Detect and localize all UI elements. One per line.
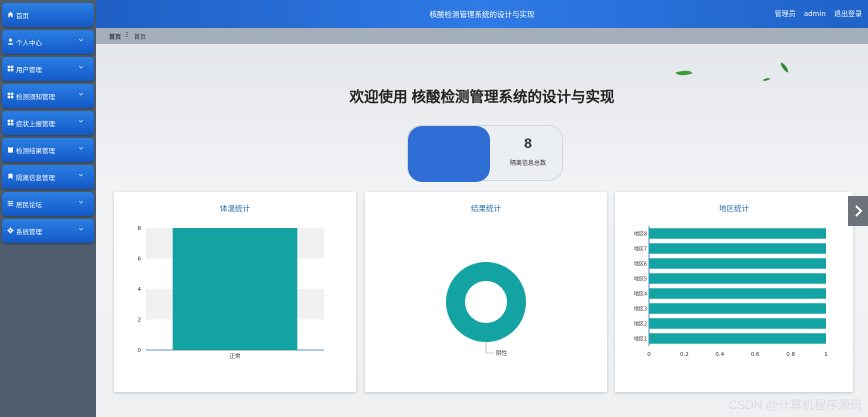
sidebar-item-profile[interactable]: 个人中心	[2, 30, 94, 54]
clipboard-icon	[8, 146, 13, 153]
sidebar-item-symptom-report[interactable]: 症状上报管理	[2, 111, 94, 135]
home-icon	[7, 11, 14, 18]
bar	[649, 288, 826, 299]
chevron-right-icon	[855, 205, 863, 217]
bar	[649, 303, 826, 314]
leaf-decoration	[762, 76, 771, 83]
x-tick-label: 1	[824, 352, 828, 358]
stat-label: 隔离信息总数	[509, 160, 546, 167]
next-arrow-button[interactable]	[848, 196, 868, 226]
y-tick-label: 地区5	[634, 276, 647, 283]
grid-icon	[7, 65, 14, 72]
sidebar-item-label: 首页	[16, 12, 29, 20]
y-tick-label: 6	[138, 257, 142, 263]
sidebar-item-label: 居民论坛	[16, 201, 42, 209]
x-tick-label: 0	[647, 352, 651, 358]
user-role: 管理员	[774, 10, 796, 18]
chevron-down-icon	[78, 173, 84, 177]
sidebar-item-label: 检测须知管理	[16, 93, 55, 101]
sidebar-item-label: 检测结果管理	[16, 147, 55, 155]
y-tick-label: 8	[138, 226, 142, 232]
region-chart: 地区1 地区2 地区3 地区4 地区5 地区6 地区7 地区8 0 0.2 0.4 0.6 0.8 1	[634, 226, 828, 358]
sidebar-item-users[interactable]: 用户管理	[2, 57, 94, 81]
gear-icon	[7, 227, 14, 234]
y-tick-label: 2	[138, 318, 142, 324]
watermark: CSDN @计算机程序源码	[728, 398, 862, 412]
bar	[649, 273, 826, 284]
y-tick-label: 地区3	[634, 306, 647, 313]
x-tick-label: 0.4	[715, 352, 724, 358]
chevron-down-icon	[78, 65, 84, 69]
sidebar-item-system[interactable]: 系统管理	[2, 219, 94, 243]
bar	[649, 243, 826, 254]
y-tick-label: 地区2	[634, 321, 647, 328]
bar	[649, 333, 826, 344]
sidebar-item-test-notice[interactable]: 检测须知管理	[2, 84, 94, 108]
grid-icon	[7, 92, 14, 99]
y-tick-label: 4	[138, 287, 142, 293]
stat-value: 8	[524, 135, 532, 151]
leaf-decoration	[778, 62, 791, 73]
sidebar-item-quarantine[interactable]: 隔离信息管理	[2, 165, 94, 189]
sidebar-item-home[interactable]: 首页	[2, 3, 94, 27]
chart-panel-region: 地区统计 地区1 地区2 地区3 地区4 地区5 地区6 地区7 地区8 0 0.2 0.4 0.6 0…	[615, 192, 853, 392]
chevron-down-icon	[78, 119, 84, 123]
x-tick-label: 正常	[229, 352, 241, 360]
site-title: 核酸检测管理系统的设计与实现	[429, 10, 535, 19]
grid-icon	[7, 119, 14, 126]
bar	[649, 318, 826, 329]
breadcrumb: 首页 Ξ 首页	[96, 28, 868, 44]
welcome-title: 欢迎使用 核酸检测管理系统的设计与实现	[349, 90, 615, 106]
logout-link[interactable]: 退出登录	[834, 10, 862, 18]
breadcrumb-separator: Ξ	[125, 32, 129, 39]
chevron-down-icon	[78, 200, 84, 204]
leaf-decoration	[675, 67, 693, 79]
chart-panel-temperature: 体温统计 0 2 4 6 8 正常	[114, 192, 356, 392]
x-tick-label: 0.6	[751, 352, 760, 358]
chevron-down-icon	[78, 146, 84, 150]
results-chart: 阴性	[446, 262, 526, 357]
y-tick-label: 地区1	[634, 336, 647, 343]
chart-panel-results: 结果统计 阴性	[365, 192, 607, 392]
breadcrumb-current: 首页	[134, 34, 147, 41]
sidebar-item-test-results[interactable]: 检测结果管理	[2, 138, 94, 162]
user-area: 管理员 admin 退出登录	[769, 9, 862, 19]
user-icon	[7, 38, 14, 45]
label-line	[485, 342, 494, 354]
sidebar-item-label: 用户管理	[16, 66, 42, 74]
top-header: 核酸检测管理系统的设计与实现 管理员 admin 退出登录	[96, 0, 868, 28]
main-content: 欢迎使用 核酸检测管理系统的设计与实现 8 隔离信息总数 体温统计 02468正…	[96, 44, 868, 417]
y-tick-label: 0	[138, 348, 142, 354]
username: admin	[803, 10, 826, 18]
chevron-down-icon	[78, 38, 84, 42]
bookmark-icon	[8, 173, 13, 180]
sidebar-item-forum[interactable]: 居民论坛	[2, 192, 94, 216]
y-tick-label: 地区7	[634, 246, 647, 253]
sidebar-item-label: 症状上报管理	[16, 120, 55, 128]
slice-label: 阴性	[496, 349, 508, 357]
y-tick-label: 地区4	[634, 291, 647, 298]
sidebar-item-label: 隔离信息管理	[16, 174, 55, 182]
temperature-chart: 0 2 4 6 8 正常	[138, 226, 324, 360]
sliders-icon	[7, 201, 14, 206]
x-tick-label: 0.2	[680, 352, 689, 358]
bar	[172, 228, 298, 350]
sidebar: 首页 个人中心 用户管理 检测须知管理 症状上报管理 检测结果管理 隔离信息管理…	[0, 0, 96, 417]
sidebar-item-label: 个人中心	[16, 39, 42, 47]
y-tick-label: 地区6	[634, 261, 647, 268]
pie-slice	[446, 262, 526, 342]
chevron-down-icon	[78, 92, 84, 96]
sidebar-item-label: 系统管理	[16, 228, 42, 236]
stat-color-block	[408, 126, 490, 182]
bar	[649, 258, 826, 269]
chevron-down-icon	[78, 227, 84, 231]
bar	[649, 228, 826, 239]
breadcrumb-home[interactable]: 首页	[109, 32, 121, 41]
y-tick-label: 地区8	[634, 231, 647, 238]
x-tick-label: 0.8	[786, 352, 795, 358]
stat-card: 8 隔离信息总数	[407, 125, 563, 182]
